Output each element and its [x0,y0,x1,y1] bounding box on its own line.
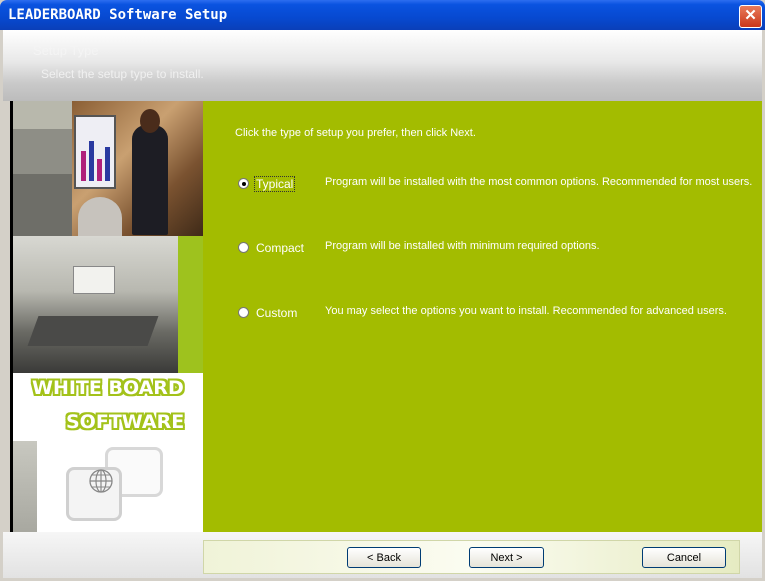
presenter-figure [132,125,168,235]
wizard-header: Setup Type Select the setup type to inst… [3,30,762,101]
page-subtitle: Select the setup type to install. [41,67,204,81]
cancel-button[interactable]: Cancel [642,547,726,568]
banner-gray-strip [13,441,37,532]
presentation-screen [74,115,116,189]
close-button[interactable]: ✕ [739,5,762,28]
option-description-typical: Program will be installed with the most … [325,176,753,188]
option-description-compact: Program will be installed with minimum r… [325,240,600,252]
setup-type-panel: Click the type of setup you prefer, then… [203,101,762,532]
banner-text-software: SOFTWARE [66,411,185,433]
side-banner-image: WHITE BOARD SOFTWARE [10,101,203,532]
banner-gray-block [13,129,72,174]
radio-custom[interactable] [238,307,249,318]
listener-figure [78,197,122,239]
wizard-footer: < Back Next > Cancel [3,532,762,578]
window-titlebar: LEADERBOARD Software Setup ✕ [0,0,765,30]
instruction-text: Click the type of setup you prefer, then… [235,127,476,139]
banner-gray-block [13,174,72,236]
banner-text-whiteboard: WHITE BOARD [32,377,184,399]
presenter-head [140,109,160,133]
presenter-photo [72,101,203,239]
button-row: < Back Next > Cancel [203,540,740,574]
room-table [27,316,159,346]
page-title: Setup Type [33,43,99,58]
globe-icon [89,469,113,493]
radio-compact[interactable] [238,242,249,253]
meeting-room-photo [13,236,178,373]
option-label-custom[interactable]: Custom [256,306,297,320]
radio-typical[interactable] [238,178,249,189]
next-button[interactable]: Next > [469,547,544,568]
option-description-custom: You may select the options you want to i… [325,305,727,317]
banner-green-block [178,236,203,373]
close-icon: ✕ [744,7,757,24]
room-whiteboard [73,266,115,294]
option-label-compact[interactable]: Compact [256,241,304,255]
back-button[interactable]: < Back [347,547,421,568]
option-label-typical[interactable]: Typical [253,176,296,192]
window-title: LEADERBOARD Software Setup [8,7,228,23]
